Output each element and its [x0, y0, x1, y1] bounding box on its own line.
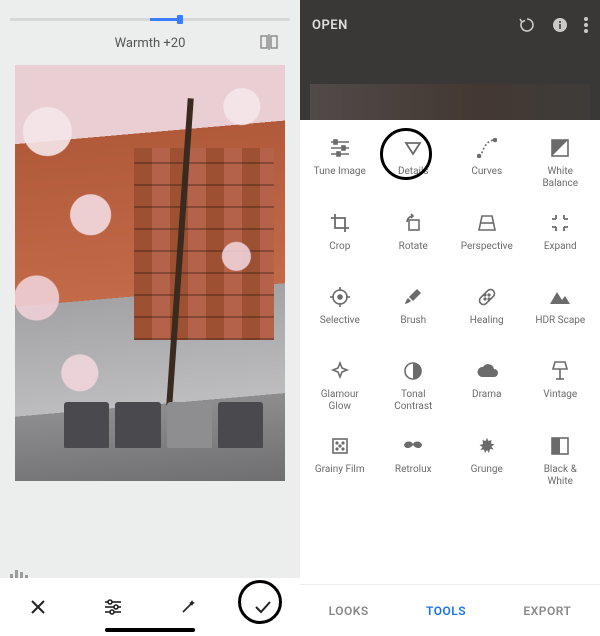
tool-grid-container[interactable]: Tune Image Details Curves White Balance Crop… — [300, 120, 600, 584]
tool-retrolux[interactable]: Retrolux — [378, 434, 450, 487]
target-icon — [328, 285, 352, 309]
tool-perspective[interactable]: Perspective — [451, 211, 523, 263]
brush-icon — [401, 285, 425, 309]
photo-canvas[interactable] — [15, 65, 285, 481]
photo-content — [64, 402, 264, 448]
more-icon[interactable] — [584, 17, 588, 33]
editor-bottom-bar — [0, 578, 300, 636]
editor-pane: Warmth +20 — [0, 0, 300, 636]
adjustment-slider[interactable] — [0, 0, 300, 30]
tool-white-balance[interactable]: White Balance — [525, 136, 597, 189]
tab-looks[interactable]: LOOKS — [329, 604, 369, 618]
tool-brush[interactable]: Brush — [378, 285, 450, 337]
mountain-icon — [548, 285, 572, 309]
perspective-icon — [475, 211, 499, 235]
tool-label: Tonal Contrast — [394, 389, 432, 412]
cloud-icon — [475, 359, 499, 383]
tool-tonal-contrast[interactable]: Tonal Contrast — [378, 359, 450, 412]
tool-tune-image[interactable]: Tune Image — [304, 136, 376, 189]
tool-label: Healing — [470, 315, 504, 337]
rotate-icon — [401, 211, 425, 235]
mustache-icon — [401, 434, 425, 458]
compare-icon[interactable] — [260, 34, 278, 50]
tool-label: Glamour Glow — [321, 389, 359, 412]
adjustment-readout-row: Warmth +20 — [0, 30, 300, 65]
tab-tools[interactable]: TOOLS — [426, 604, 466, 618]
tool-curves[interactable]: Curves — [451, 136, 523, 189]
tool-label: Drama — [472, 389, 501, 411]
slider-track — [10, 18, 290, 21]
tool-healing[interactable]: Healing — [451, 285, 523, 337]
tool-label: Details — [398, 166, 429, 188]
sliders-icon — [328, 136, 352, 160]
tool-label: Grunge — [471, 464, 503, 486]
auto-wand-button[interactable] — [174, 593, 202, 621]
tool-selective[interactable]: Selective — [304, 285, 376, 337]
bottom-tab-bar: LOOKS TOOLS EXPORT — [300, 584, 600, 636]
tool-label: Perspective — [461, 241, 513, 263]
tool-rotate[interactable]: Rotate — [378, 211, 450, 263]
tool-label: Black & White — [544, 464, 577, 487]
accept-button[interactable] — [249, 593, 277, 621]
home-indicator — [105, 628, 195, 632]
curve-icon — [475, 136, 499, 160]
expand-icon — [548, 211, 572, 235]
bandaid-icon — [475, 285, 499, 309]
tool-black-white[interactable]: Black & White — [525, 434, 597, 487]
tool-label: Selective — [320, 315, 360, 337]
bw-icon — [548, 434, 572, 458]
adjust-button[interactable] — [99, 593, 127, 621]
tool-drama[interactable]: Drama — [451, 359, 523, 412]
photo-content — [166, 98, 193, 405]
tool-label: Tune Image — [314, 166, 366, 188]
tool-label: Curves — [471, 166, 502, 188]
photo-canvas-wrap — [0, 65, 300, 481]
triangle-down-icon — [401, 136, 425, 160]
tool-details[interactable]: Details — [378, 136, 450, 189]
tool-label: Retrolux — [395, 464, 432, 486]
tool-label: Vintage — [543, 389, 577, 411]
wb-icon — [548, 136, 572, 160]
tool-label: Grainy Film — [315, 464, 365, 486]
cancel-button[interactable] — [24, 593, 52, 621]
tool-glamour-glow[interactable]: Glamour Glow — [304, 359, 376, 412]
tool-hdr-scape[interactable]: HDR Scape — [525, 285, 597, 337]
film-icon — [328, 434, 352, 458]
slider-fill — [150, 18, 180, 21]
tool-expand[interactable]: Expand — [525, 211, 597, 263]
contrast-icon — [401, 359, 425, 383]
tool-label: Crop — [329, 241, 350, 263]
tool-grainy-film[interactable]: Grainy Film — [304, 434, 376, 487]
splat-icon — [475, 434, 499, 458]
header-row: OPEN — [300, 10, 600, 40]
tool-label: HDR Scape — [535, 315, 585, 337]
crop-icon — [328, 211, 352, 235]
tool-label: White Balance — [542, 166, 578, 189]
tool-grunge[interactable]: Grunge — [451, 434, 523, 487]
tab-export[interactable]: EXPORT — [523, 604, 571, 618]
tool-label: Brush — [400, 315, 426, 337]
tools-pane: OPEN Tune Image Details Curves White Balanc… — [300, 0, 600, 636]
tools-header: OPEN — [300, 0, 600, 120]
open-button[interactable]: OPEN — [312, 18, 348, 33]
tool-crop[interactable]: Crop — [304, 211, 376, 263]
info-icon[interactable] — [552, 17, 568, 33]
sparkle-icon — [328, 359, 352, 383]
tool-label: Expand — [544, 241, 577, 263]
tool-vintage[interactable]: Vintage — [525, 359, 597, 412]
lamp-icon — [548, 359, 572, 383]
undo-stack-icon[interactable] — [518, 16, 536, 34]
tool-label: Rotate — [399, 241, 428, 263]
adjustment-readout: Warmth +20 — [115, 36, 186, 51]
slider-thumb[interactable] — [177, 15, 183, 24]
